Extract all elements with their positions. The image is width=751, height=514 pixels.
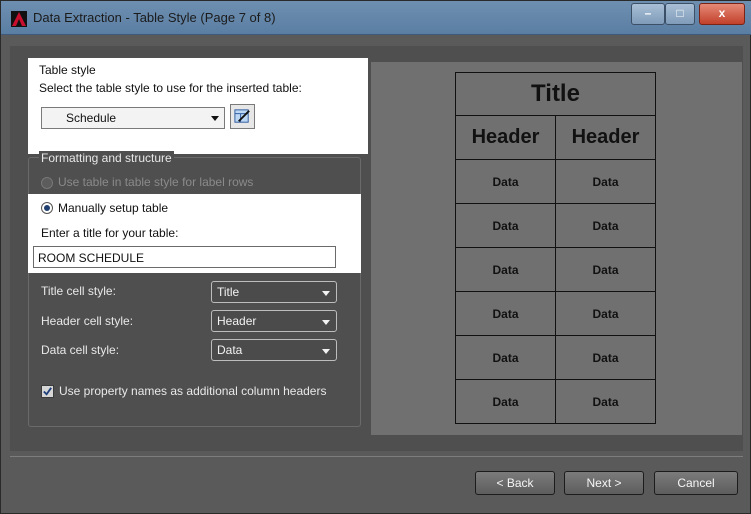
autocad-logo-icon	[11, 11, 27, 27]
preview-data-cell: Data	[555, 335, 656, 380]
title-cell-style-select[interactable]: Title	[211, 281, 337, 303]
header-cell-style-value: Header	[217, 314, 257, 328]
footer-separator	[10, 456, 743, 457]
next-button[interactable]: Next >	[564, 471, 644, 495]
close-button[interactable]: x	[699, 3, 745, 25]
header-cell-style-label: Header cell style:	[41, 314, 134, 328]
title-cell-style-value: Title	[217, 285, 240, 299]
maximize-icon: □	[676, 6, 684, 20]
chevron-down-icon	[322, 291, 330, 296]
use-property-names-label: Use property names as additional column …	[59, 384, 327, 398]
window-title: Data Extraction - Table Style (Page 7 of…	[33, 10, 276, 25]
header-cell-style-select[interactable]: Header	[211, 310, 337, 332]
data-cell-style-select[interactable]: Data	[211, 339, 337, 361]
cancel-button[interactable]: Cancel	[654, 471, 738, 495]
table-style-group-label: Table style	[39, 63, 96, 77]
preview-data-cell: Data	[555, 247, 656, 292]
table-preview: Title Header Header Data Data Data Data Da…	[455, 72, 656, 424]
checkmark-icon	[43, 387, 52, 396]
manual-setup-radio[interactable]	[41, 202, 53, 214]
preview-header-cell: Header	[555, 115, 656, 160]
table-title-input[interactable]: ROOM SCHEDULE	[33, 246, 336, 268]
formatting-group-label: Formatting and structure	[39, 151, 174, 165]
back-button[interactable]: < Back	[475, 471, 555, 495]
data-cell-style-label: Data cell style:	[41, 343, 120, 357]
table-style-instruction: Select the table style to use for the in…	[39, 81, 302, 95]
minimize-button[interactable]: –	[631, 3, 665, 25]
use-table-style-label: Use table in table style for label rows	[58, 175, 254, 189]
preview-data-cell: Data	[555, 203, 656, 248]
table-title-value: ROOM SCHEDULE	[38, 251, 145, 265]
maximize-button[interactable]: □	[665, 3, 695, 25]
data-extraction-dialog: Data Extraction - Table Style (Page 7 of…	[0, 0, 751, 514]
table-style-edit-icon	[234, 109, 250, 123]
manual-setup-label: Manually setup table	[58, 201, 169, 215]
title-cell-style-label: Title cell style:	[41, 284, 116, 298]
table-style-select-value: Schedule	[66, 111, 117, 125]
radio-selected-dot	[44, 205, 50, 211]
chevron-down-icon	[211, 116, 219, 121]
preview-data-cell: Data	[455, 159, 556, 204]
chevron-down-icon	[322, 320, 330, 325]
use-property-names-checkbox[interactable]	[41, 385, 54, 398]
preview-data-cell: Data	[455, 247, 556, 292]
table-style-select[interactable]: Schedule	[41, 107, 225, 129]
preview-header-cell: Header	[455, 115, 556, 160]
preview-data-cell: Data	[555, 291, 656, 336]
data-cell-style-value: Data	[217, 343, 243, 357]
preview-data-cell: Data	[555, 379, 656, 424]
minimize-icon: –	[644, 6, 652, 20]
preview-title-cell: Title	[455, 72, 656, 116]
table-style-edit-button[interactable]	[230, 104, 255, 129]
preview-data-cell: Data	[455, 203, 556, 248]
close-icon: x	[718, 6, 726, 20]
use-table-style-radio[interactable]	[41, 177, 53, 189]
preview-data-cell: Data	[455, 379, 556, 424]
title-prompt-label: Enter a title for your table:	[41, 226, 179, 240]
preview-data-cell: Data	[455, 335, 556, 380]
preview-data-cell: Data	[455, 291, 556, 336]
chevron-down-icon	[322, 349, 330, 354]
title-bar: Data Extraction - Table Style (Page 7 of…	[1, 1, 751, 35]
preview-data-cell: Data	[555, 159, 656, 204]
